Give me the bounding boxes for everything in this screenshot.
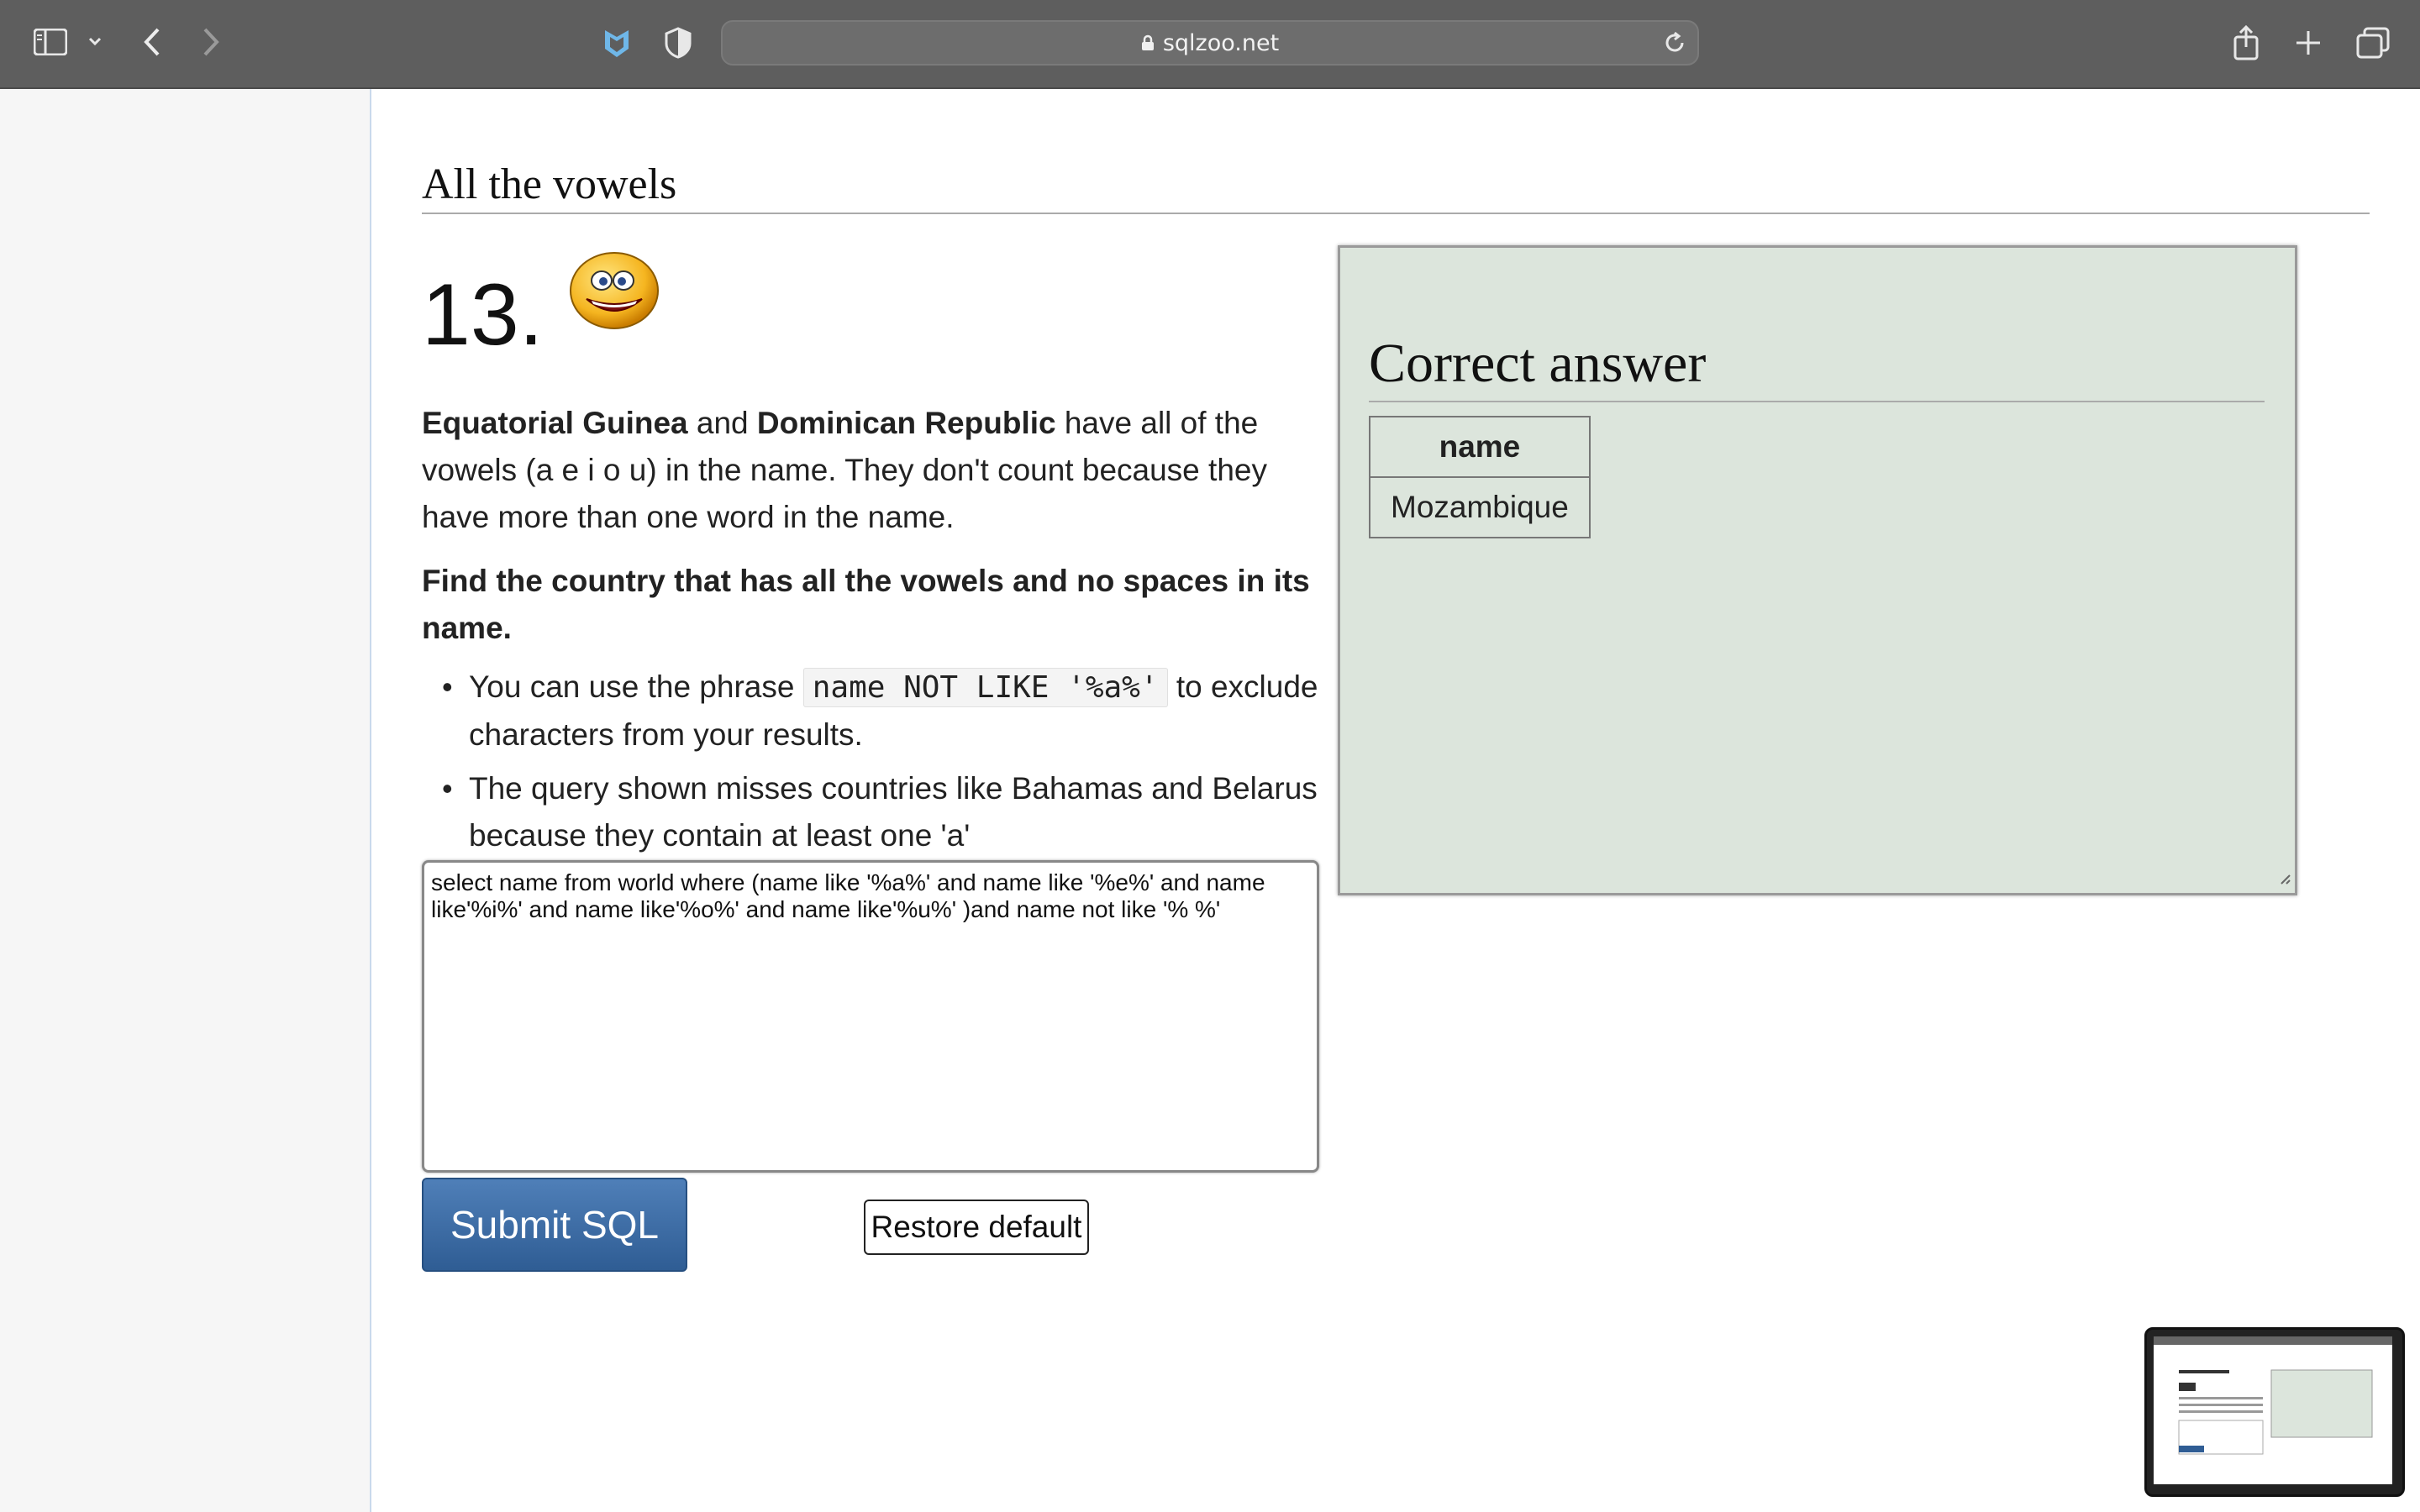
- sql-editor[interactable]: select name from world where (name like …: [422, 860, 1319, 1173]
- restore-default-button[interactable]: Restore default: [864, 1200, 1089, 1255]
- plus-icon[interactable]: [2294, 29, 2323, 57]
- table-cell: Mozambique: [1369, 476, 1591, 538]
- intro-and: and: [696, 406, 749, 440]
- hint-item: The query shown misses countries like Ba…: [422, 765, 1329, 859]
- browser-toolbar: sqlzoo.net: [0, 0, 2420, 89]
- privacy-shield-icon[interactable]: [664, 27, 692, 59]
- lock-icon: [1141, 34, 1155, 51]
- task-statement: Find the country that has all the vowels…: [422, 564, 1310, 645]
- country-equatorial-guinea: Equatorial Guinea: [422, 406, 688, 440]
- hint-text-before: You can use the phrase: [469, 669, 795, 704]
- question-number: 13.: [422, 266, 544, 364]
- table-row: Mozambique: [1369, 476, 1591, 538]
- tabs-overview-icon[interactable]: [2356, 27, 2390, 59]
- thumbnail-preview: [2154, 1336, 2392, 1484]
- correct-answer-panel: Correct answer name Mozambique: [1338, 245, 2297, 895]
- answer-table: name Mozambique: [1369, 416, 1591, 538]
- picture-in-picture-thumbnail[interactable]: [2144, 1327, 2405, 1497]
- reload-icon[interactable]: [1662, 30, 1687, 60]
- resize-grip-icon[interactable]: [2278, 872, 2291, 890]
- sidebar-icon[interactable]: [34, 29, 67, 55]
- hint-item: You can use the phrase name NOT LIKE '%a…: [422, 664, 1329, 759]
- column-header: name: [1369, 416, 1591, 478]
- extension-shield-icon[interactable]: [602, 27, 632, 60]
- section-title: All the vowels: [422, 160, 2370, 214]
- share-icon[interactable]: [2232, 25, 2260, 60]
- forward-arrow-icon[interactable]: [202, 27, 220, 57]
- chevron-down-icon[interactable]: [87, 35, 103, 47]
- hint-text: The query shown misses countries like Ba…: [469, 771, 1318, 853]
- intro-paragraph: Equatorial Guinea and Dominican Republic…: [422, 400, 1313, 541]
- country-dominican-republic: Dominican Republic: [756, 406, 1056, 440]
- smiley-face-icon: [568, 250, 660, 335]
- code-snippet: name NOT LIKE '%a%': [802, 668, 1168, 707]
- url-text: sqlzoo.net: [1162, 29, 1280, 56]
- submit-sql-button[interactable]: Submit SQL: [422, 1178, 687, 1272]
- address-bar[interactable]: sqlzoo.net: [721, 20, 1699, 66]
- left-sidebar: [0, 89, 371, 1512]
- hint-list: You can use the phrase name NOT LIKE '%a…: [422, 664, 1329, 866]
- answer-title: Correct answer: [1369, 332, 2265, 402]
- back-arrow-icon[interactable]: [143, 27, 161, 57]
